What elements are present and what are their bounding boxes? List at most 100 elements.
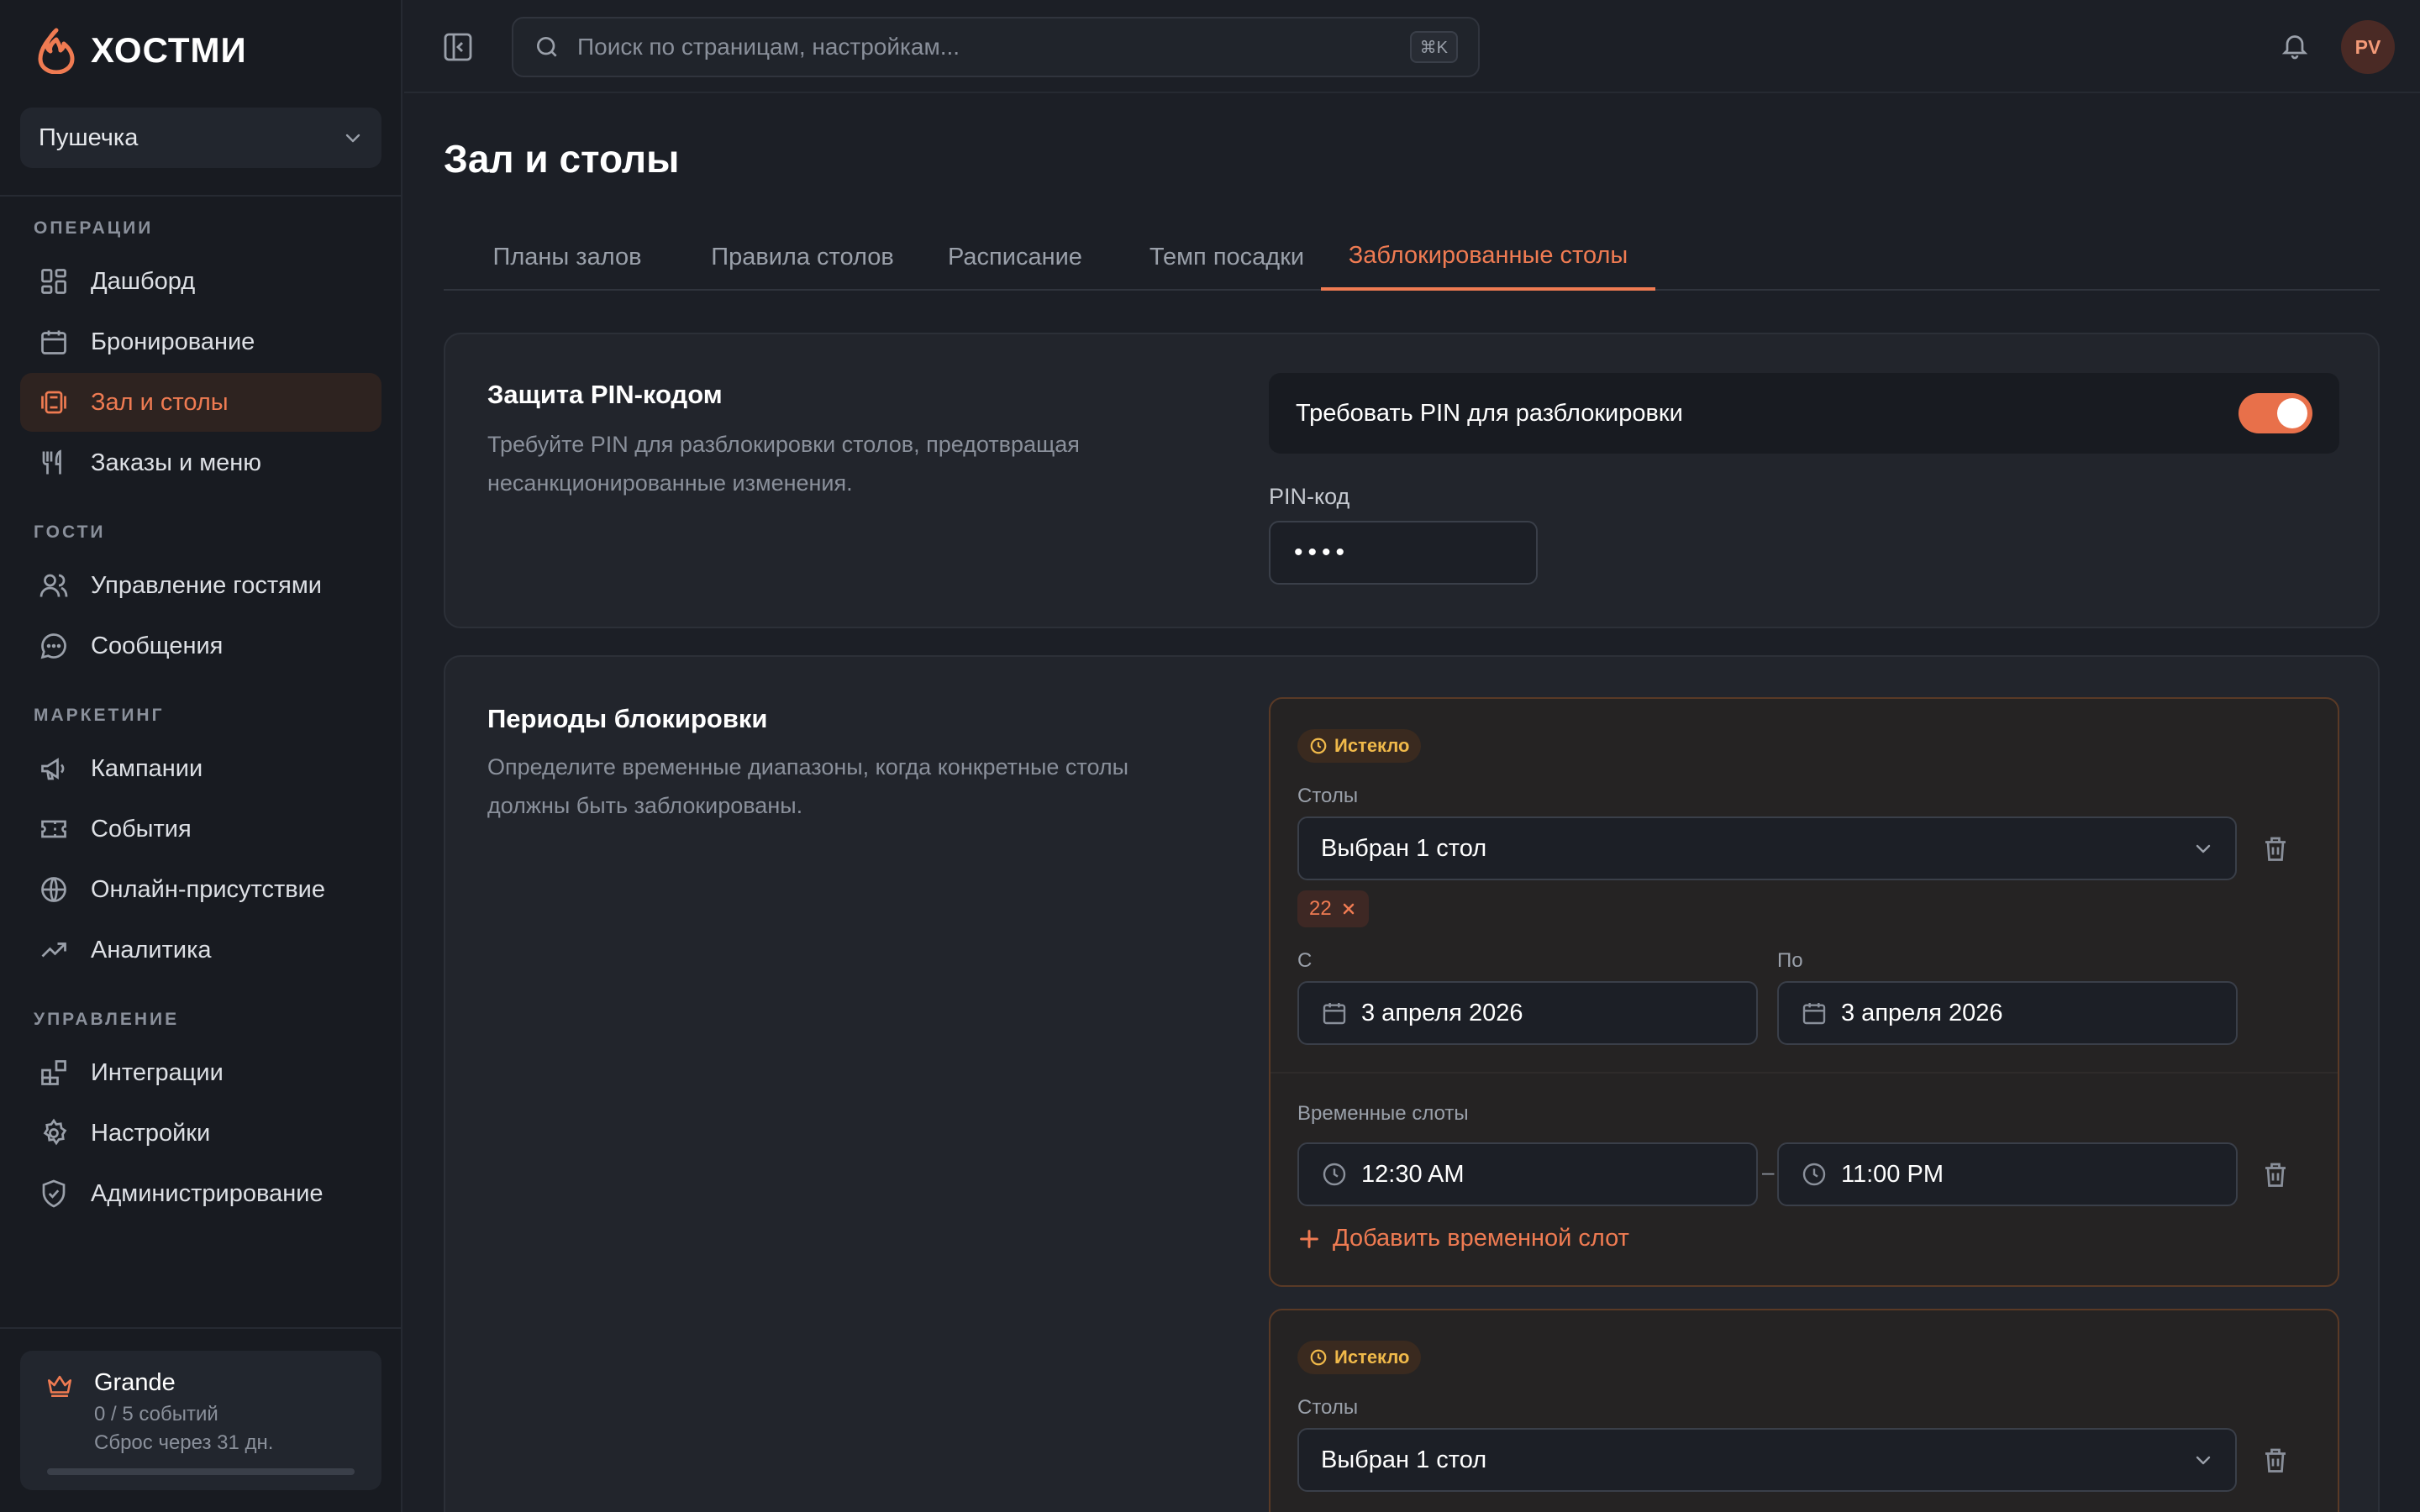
sidebar-item-settings[interactable]: Настройки bbox=[20, 1104, 381, 1163]
page-title: Зал и столы bbox=[444, 137, 680, 181]
sidebar-item-integrations[interactable]: Интеграции bbox=[20, 1043, 381, 1102]
calendar-icon bbox=[1321, 1000, 1348, 1026]
slot-end-input[interactable]: 11:00 PM bbox=[1777, 1142, 2238, 1206]
status-badge-label: Истекло bbox=[1334, 1347, 1410, 1368]
sidebar-item-booking[interactable]: Бронирование bbox=[20, 312, 381, 371]
sidebar-item-analytics[interactable]: Аналитика bbox=[20, 921, 381, 979]
sidebar-item-label: Интеграции bbox=[91, 1058, 224, 1086]
tables-select[interactable]: Выбран 1 стол bbox=[1297, 1428, 2237, 1492]
from-date-input[interactable]: 3 апреля 2026 bbox=[1297, 981, 1758, 1045]
clock-icon bbox=[1801, 1161, 1828, 1188]
gear-icon bbox=[37, 1116, 71, 1150]
tab-floor-plans[interactable]: Планы залов bbox=[445, 223, 689, 291]
nav-section-guests: ГОСТИ bbox=[34, 522, 106, 542]
app-logo[interactable]: ХОСТМИ bbox=[35, 25, 247, 76]
tables-select-value: Выбран 1 стол bbox=[1321, 834, 1487, 862]
sidebar-item-label: Кампании bbox=[91, 754, 203, 782]
sidebar-item-events[interactable]: События bbox=[20, 800, 381, 858]
clock-icon bbox=[1309, 1348, 1328, 1367]
trend-icon bbox=[37, 933, 71, 967]
sidebar-divider bbox=[0, 195, 401, 197]
plan-card[interactable]: Grande 0 / 5 событий Сброс через 31 дн. bbox=[20, 1351, 381, 1490]
puzzle-icon bbox=[37, 1056, 71, 1089]
search-input[interactable] bbox=[577, 34, 1384, 60]
table-chip-label: 22 bbox=[1309, 897, 1332, 920]
sidebar-item-messages[interactable]: Сообщения bbox=[20, 617, 381, 675]
tab-table-rules[interactable]: Правила столов bbox=[689, 223, 916, 291]
tables-label: Столы bbox=[1297, 785, 1359, 807]
pin-code-label: PIN-код bbox=[1269, 484, 1350, 509]
dashboard-icon bbox=[37, 265, 71, 298]
sidebar-item-label: Управление гостями bbox=[91, 571, 322, 599]
to-date-input[interactable]: 3 апреля 2026 bbox=[1777, 981, 2238, 1045]
sidebar-item-tables[interactable]: Зал и столы bbox=[20, 373, 381, 432]
pin-code-input[interactable]: •••• bbox=[1269, 521, 1538, 585]
block-period-1: Истекло Столы Выбран 1 стол 22 С 3 апрел… bbox=[1269, 697, 2339, 1287]
ticket-icon bbox=[37, 812, 71, 846]
bell-icon[interactable] bbox=[2280, 30, 2313, 64]
users-icon bbox=[37, 569, 71, 602]
avatar[interactable]: PV bbox=[2341, 20, 2395, 74]
tables-label: Столы bbox=[1297, 1396, 1359, 1419]
from-date-label: С bbox=[1297, 949, 1313, 972]
require-pin-row: Требовать PIN для разблокировки bbox=[1269, 373, 2339, 454]
plan-name: Grande bbox=[94, 1369, 176, 1396]
close-icon[interactable] bbox=[1340, 900, 1357, 917]
message-icon bbox=[37, 629, 71, 663]
slot-start-value: 12:30 AM bbox=[1361, 1160, 1465, 1188]
tables-icon bbox=[37, 386, 71, 419]
sidebar-divider bbox=[0, 1327, 401, 1329]
venue-selector[interactable]: Пушечка bbox=[20, 108, 381, 168]
venue-name: Пушечка bbox=[39, 123, 139, 151]
sidebar-item-label: Онлайн-присутствие bbox=[91, 875, 325, 903]
trash-icon[interactable] bbox=[2260, 833, 2291, 864]
sidebar-item-orders[interactable]: Заказы и меню bbox=[20, 433, 381, 492]
tab-blocked-tables[interactable]: Заблокированные столы bbox=[1321, 223, 1655, 291]
nav-section-management: УПРАВЛЕНИЕ bbox=[34, 1010, 180, 1029]
tab-schedule[interactable]: Расписание bbox=[916, 223, 1114, 291]
sidebar-item-label: Сообщения bbox=[91, 632, 224, 659]
sidebar-item-campaigns[interactable]: Кампании bbox=[20, 739, 381, 798]
sidebar-item-guest-management[interactable]: Управление гостями bbox=[20, 556, 381, 615]
search-icon bbox=[534, 34, 560, 60]
tables-select[interactable]: Выбран 1 стол bbox=[1297, 816, 2237, 880]
time-slots-label: Временные слоты bbox=[1297, 1102, 1469, 1125]
tables-select-value: Выбран 1 стол bbox=[1321, 1446, 1487, 1473]
flame-logo-icon bbox=[35, 27, 77, 74]
table-chip[interactable]: 22 bbox=[1297, 890, 1369, 927]
plan-events: 0 / 5 событий bbox=[94, 1403, 218, 1425]
globe-icon bbox=[37, 873, 71, 906]
to-date-label: По bbox=[1777, 949, 1803, 972]
status-badge: Истекло bbox=[1297, 729, 1422, 763]
pin-card-description: Требуйте PIN для разблокировки столов, п… bbox=[487, 432, 1080, 496]
app-name: ХОСТМИ bbox=[91, 30, 247, 70]
crown-icon bbox=[45, 1371, 74, 1399]
clock-icon bbox=[1309, 737, 1328, 755]
plan-usage-bar bbox=[47, 1468, 355, 1475]
trash-icon[interactable] bbox=[2260, 1445, 2291, 1475]
search-shortcut-badge: ⌘K bbox=[1409, 31, 1458, 63]
tab-seating-pace[interactable]: Темп посадки bbox=[1114, 223, 1339, 291]
nav-section-operations: ОПЕРАЦИИ bbox=[34, 218, 154, 238]
global-search[interactable]: ⌘K bbox=[512, 17, 1480, 77]
sidebar-item-label: Настройки bbox=[91, 1119, 211, 1147]
sidebar-item-administration[interactable]: Администрирование bbox=[20, 1164, 381, 1223]
pin-protection-card: Защита PIN-кодом Требуйте PIN для разбло… bbox=[444, 333, 2380, 628]
sidebar-item-online-presence[interactable]: Онлайн-присутствие bbox=[20, 860, 381, 919]
shield-icon bbox=[37, 1177, 71, 1210]
utensils-icon bbox=[37, 446, 71, 480]
slot-start-input[interactable]: 12:30 AM bbox=[1297, 1142, 1758, 1206]
add-time-slot-button[interactable]: Добавить временной слот bbox=[1297, 1225, 1629, 1252]
sidebar-toggle-icon[interactable] bbox=[441, 30, 475, 64]
periods-card-title: Периоды блокировки bbox=[487, 704, 768, 733]
from-date-value: 3 апреля 2026 bbox=[1361, 999, 1523, 1026]
trash-icon[interactable] bbox=[2260, 1159, 2291, 1189]
sidebar: ХОСТМИ Пушечка ОПЕРАЦИИ Дашборд Брониров… bbox=[0, 0, 402, 1512]
calendar-icon bbox=[37, 325, 71, 359]
sidebar-item-label: Аналитика bbox=[91, 936, 212, 963]
period-divider bbox=[1270, 1072, 2338, 1074]
sidebar-item-label: Зал и столы bbox=[91, 388, 229, 416]
calendar-icon bbox=[1801, 1000, 1828, 1026]
sidebar-item-dashboard[interactable]: Дашборд bbox=[20, 252, 381, 311]
require-pin-toggle[interactable] bbox=[2238, 393, 2312, 433]
